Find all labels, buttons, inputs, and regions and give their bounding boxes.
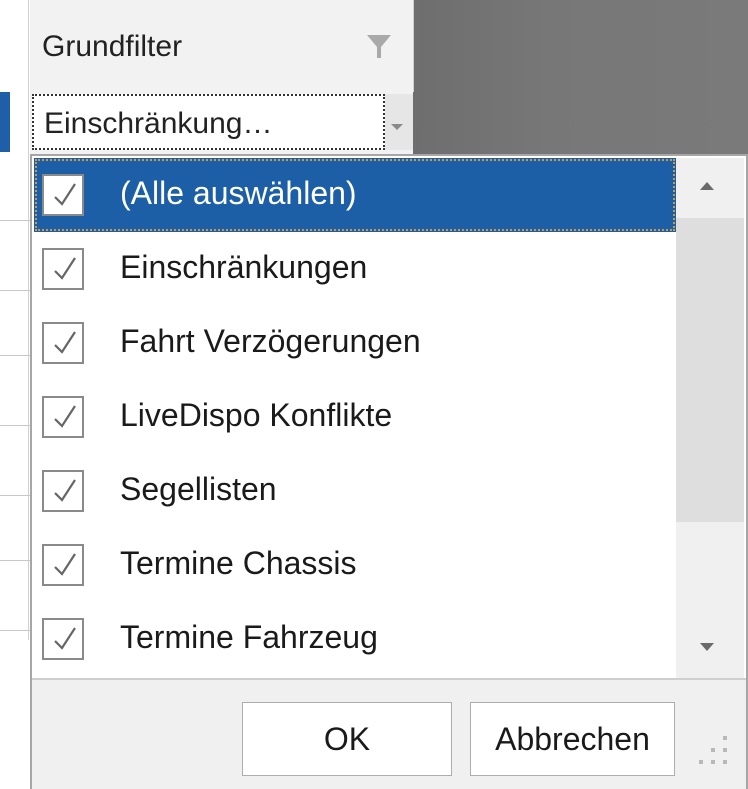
list-item-select-all[interactable]: (Alle auswählen) [34,158,676,232]
ok-button[interactable]: OK [242,702,452,776]
checkmark-icon [54,257,76,280]
checkbox[interactable] [42,618,84,660]
checkbox[interactable] [42,322,84,364]
chevron-down-icon [391,124,403,130]
filter-combo-box[interactable]: Einschränkung… [32,94,385,150]
funnel-icon[interactable] [363,31,395,63]
list-item-label: (Alle auswählen) [120,175,357,211]
row-selection-indicator [0,92,10,152]
column-header-title: Grundfilter [42,30,183,63]
column-header-grundfilter[interactable]: Grundfilter [30,0,414,92]
list-item-label: Einschränkungen [120,249,368,285]
checkmark-icon [54,331,76,354]
arrow-down-icon [700,643,714,651]
grid-background-area [413,0,748,155]
filter-popup: (Alle auswählen) Einschränkungen Fahrt V… [30,154,748,789]
checkbox[interactable] [42,174,84,216]
list-item-label: Termine Chassis [120,545,357,581]
list-item[interactable]: LiveDispo Konflikte [34,380,676,454]
list-item[interactable]: Segellisten [34,454,676,528]
vertical-scrollbar[interactable] [676,158,744,678]
filter-combo-value: Einschränkung… [44,107,273,140]
resize-grip-icon[interactable] [687,728,737,778]
scroll-down-button[interactable] [676,618,744,678]
list-item[interactable]: Termine Fahrzeug [34,602,676,676]
checkmark-icon [54,183,76,206]
filter-value-list: (Alle auswählen) Einschränkungen Fahrt V… [34,158,676,678]
cancel-button[interactable]: Abbrechen [470,702,675,776]
scroll-up-button[interactable] [676,158,744,218]
list-item[interactable]: Einschränkungen [34,232,676,306]
checkbox[interactable] [42,470,84,512]
popup-footer: OK Abbrechen [32,678,746,789]
grid-rows-edge [0,0,30,640]
checkmark-icon [54,405,76,428]
checkbox[interactable] [42,248,84,290]
list-item-label: Segellisten [120,471,277,507]
scrollbar-thumb[interactable] [676,218,744,522]
list-item-label: LiveDispo Konflikte [120,397,393,433]
checkmark-icon [54,553,76,576]
list-item[interactable]: Fahrt Verzögerungen [34,306,676,380]
list-item-label: Fahrt Verzögerungen [120,323,421,359]
arrow-up-icon [700,182,714,190]
checkbox[interactable] [42,396,84,438]
checkmark-icon [54,627,76,650]
list-item-label: Termine Fahrzeug [120,619,378,655]
checkbox[interactable] [42,544,84,586]
auto-filter-row: Einschränkung… [30,92,413,154]
filter-dropdown-button[interactable] [385,94,413,150]
checkmark-icon [54,479,76,502]
list-item[interactable]: Termine Chassis [34,528,676,602]
